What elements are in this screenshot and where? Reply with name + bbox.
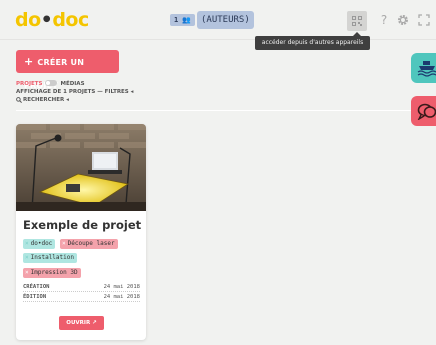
created-label: CRÉATION <box>23 284 50 290</box>
open-project-button[interactable]: OUVRIR ↗ <box>59 316 104 330</box>
project-thumbnail <box>16 124 146 211</box>
view-toggle-switch[interactable] <box>45 79 58 86</box>
edited-value: 24 mai 2018 <box>103 294 140 300</box>
project-tag[interactable]: × Installation <box>23 253 77 263</box>
project-card[interactable]: Exemple de projet × do•doc × Découpe laser… <box>16 124 146 340</box>
projects-toggle-label[interactable]: PROJETS <box>16 81 42 87</box>
help-icon[interactable]: ? <box>377 11 391 29</box>
divider <box>16 110 430 111</box>
plus-icon: + <box>24 55 34 68</box>
side-panel-button-top[interactable] <box>411 53 436 83</box>
edited-date-row: ÉDITION 24 mai 2018 <box>23 293 140 302</box>
search-icon <box>16 96 22 103</box>
project-tag[interactable]: × Impression 3D <box>23 268 81 278</box>
filters-toggle[interactable]: AFFICHAGE DE 1 PROJETS — FILTRES ◂ <box>16 88 133 96</box>
app-logo[interactable]: do•doc <box>15 9 89 31</box>
search-toggle[interactable]: RECHERCHER ◂ <box>16 96 69 104</box>
media-toggle-label[interactable]: MÉDIAS <box>60 81 84 87</box>
gear-icon[interactable] <box>397 14 409 26</box>
tag-remove-icon[interactable]: × <box>25 240 29 247</box>
qr-code-icon <box>352 16 362 26</box>
project-tag[interactable]: × do•doc <box>23 239 56 249</box>
boat-icon <box>417 61 436 77</box>
project-tag[interactable]: × Découpe laser <box>60 239 118 249</box>
edited-label: ÉDITION <box>23 294 47 300</box>
created-value: 24 mai 2018 <box>103 284 140 290</box>
view-toggle: PROJETS MÉDIAS <box>16 79 85 88</box>
fullscreen-icon[interactable] <box>418 14 430 26</box>
tag-remove-icon[interactable]: × <box>25 254 29 261</box>
created-date-row: CRÉATION 24 mai 2018 <box>23 283 140 292</box>
tag-remove-icon[interactable]: × <box>25 269 29 276</box>
side-panel-button-bottom[interactable] <box>411 96 436 126</box>
chat-icon <box>417 103 436 120</box>
authors-button[interactable]: (AUTEURS) <box>197 11 254 29</box>
project-title[interactable]: Exemple de projet <box>23 218 143 232</box>
authors-count-badge[interactable]: 1 👥 <box>170 14 196 26</box>
qr-code-button[interactable] <box>347 11 367 31</box>
top-bar: do•doc 1 👥 (AUTEURS) ? <box>0 0 436 40</box>
create-project-button[interactable]: + CRÉER UN PROJET <box>16 50 119 90</box>
tooltip: accéder depuis d'autres appareils <box>255 32 370 50</box>
tag-remove-icon[interactable]: × <box>62 240 66 247</box>
